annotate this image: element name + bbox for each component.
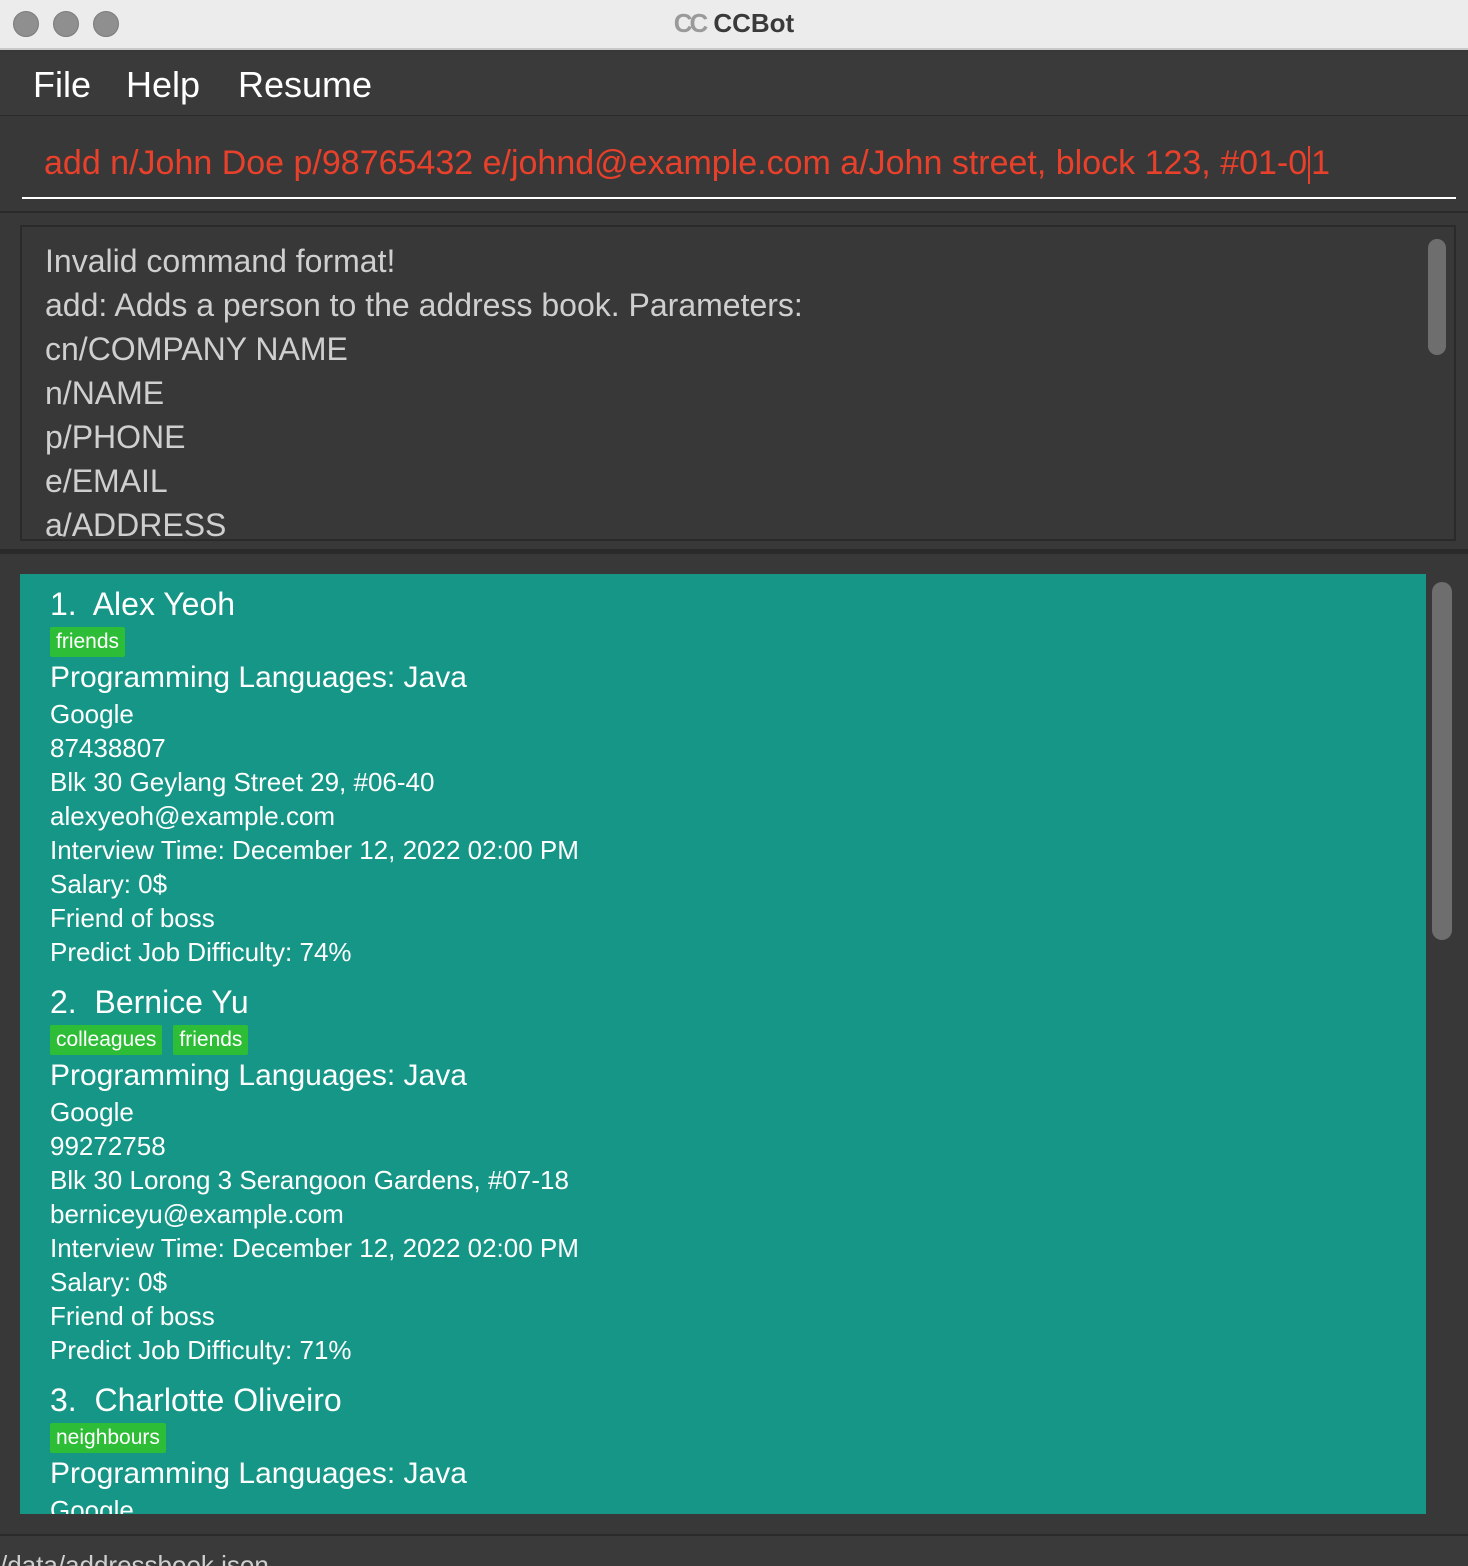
tag-list: friends bbox=[50, 627, 579, 657]
menu-resume[interactable]: Resume bbox=[238, 64, 372, 106]
command-pane: add n/John Doe p/98765432 e/johnd@exampl… bbox=[0, 117, 1468, 213]
person-address: Blk 30 Lorong 3 Serangoon Gardens, #07-1… bbox=[50, 1165, 569, 1195]
tag: neighbours bbox=[50, 1423, 166, 1453]
result-line: Invalid command format! bbox=[45, 243, 396, 279]
person-phone: 99272758 bbox=[50, 1131, 166, 1161]
person-list-pane: 1. Alex Yeoh friends Programming Languag… bbox=[0, 556, 1468, 1534]
person-card[interactable]: 3. Charlotte Oliveiro neighbours Program… bbox=[50, 1380, 467, 1514]
title-bar: CC CCBot bbox=[0, 0, 1468, 50]
person-name: 3. Charlotte Oliveiro bbox=[50, 1382, 342, 1418]
person-email: berniceyu@example.com bbox=[50, 1199, 344, 1229]
app-logo-icon: CC bbox=[673, 8, 709, 38]
command-input[interactable]: add n/John Doe p/98765432 e/johnd@exampl… bbox=[22, 135, 1456, 199]
tag-list: neighbours bbox=[50, 1423, 467, 1453]
person-company: Google bbox=[50, 1097, 134, 1127]
person-remark: Friend of boss bbox=[50, 1301, 215, 1331]
tag: friends bbox=[173, 1025, 249, 1055]
person-interview-time: Interview Time: December 12, 2022 02:00 … bbox=[50, 1233, 579, 1263]
result-line: cn/COMPANY NAME bbox=[45, 331, 348, 367]
person-interview-time: Interview Time: December 12, 2022 02:00 … bbox=[50, 835, 579, 865]
menu-help[interactable]: Help bbox=[126, 64, 200, 106]
result-line: n/NAME bbox=[45, 375, 165, 411]
window-title: CC CCBot bbox=[673, 8, 795, 38]
tag-list: colleagues friends bbox=[50, 1025, 579, 1055]
person-email: alexyeoh@example.com bbox=[50, 801, 336, 831]
person-card[interactable]: 2. Bernice Yu colleagues friends Programm… bbox=[50, 982, 579, 1367]
person-list-scrollbar[interactable] bbox=[1432, 582, 1452, 940]
person-remark: Friend of boss bbox=[50, 903, 215, 933]
result-line: add: Adds a person to the address book. … bbox=[45, 287, 803, 323]
result-line: e/EMAIL bbox=[45, 463, 168, 499]
person-company: Google bbox=[50, 699, 134, 729]
person-difficulty: Predict Job Difficulty: 71% bbox=[50, 1335, 352, 1365]
menu-file[interactable]: File bbox=[33, 64, 91, 106]
person-languages: Programming Languages: Java bbox=[50, 1059, 467, 1092]
result-text: Invalid command format! add: Adds a perso… bbox=[45, 239, 803, 541]
menu-bar: File Help Resume bbox=[0, 52, 1468, 116]
result-line: p/PHONE bbox=[45, 419, 186, 455]
person-languages: Programming Languages: Java bbox=[50, 661, 467, 694]
result-display[interactable]: Invalid command format! add: Adds a perso… bbox=[20, 225, 1456, 541]
tag: colleagues bbox=[50, 1025, 163, 1055]
person-name: 1. Alex Yeoh bbox=[50, 586, 236, 622]
status-bar: /data/addressbook.json bbox=[0, 1534, 1468, 1566]
person-list[interactable]: 1. Alex Yeoh friends Programming Languag… bbox=[20, 574, 1426, 1514]
text-caret bbox=[1308, 146, 1311, 185]
person-name: 2. Bernice Yu bbox=[50, 984, 249, 1020]
person-card[interactable]: 1. Alex Yeoh friends Programming Languag… bbox=[50, 584, 579, 969]
person-address: Blk 30 Geylang Street 29, #06-40 bbox=[50, 767, 435, 797]
person-company: Google bbox=[50, 1495, 134, 1514]
result-scrollbar[interactable] bbox=[1428, 239, 1446, 355]
person-phone: 87438807 bbox=[50, 733, 166, 763]
result-line: a/ADDRESS bbox=[45, 507, 227, 541]
tag: friends bbox=[50, 627, 126, 657]
person-salary: Salary: 0$ bbox=[50, 1267, 168, 1297]
person-salary: Salary: 0$ bbox=[50, 869, 168, 899]
person-languages: Programming Languages: Java bbox=[50, 1457, 467, 1490]
split-divider[interactable] bbox=[0, 549, 1468, 554]
person-difficulty: Predict Job Difficulty: 74% bbox=[50, 937, 352, 967]
save-location: /data/addressbook.json bbox=[0, 1550, 269, 1566]
